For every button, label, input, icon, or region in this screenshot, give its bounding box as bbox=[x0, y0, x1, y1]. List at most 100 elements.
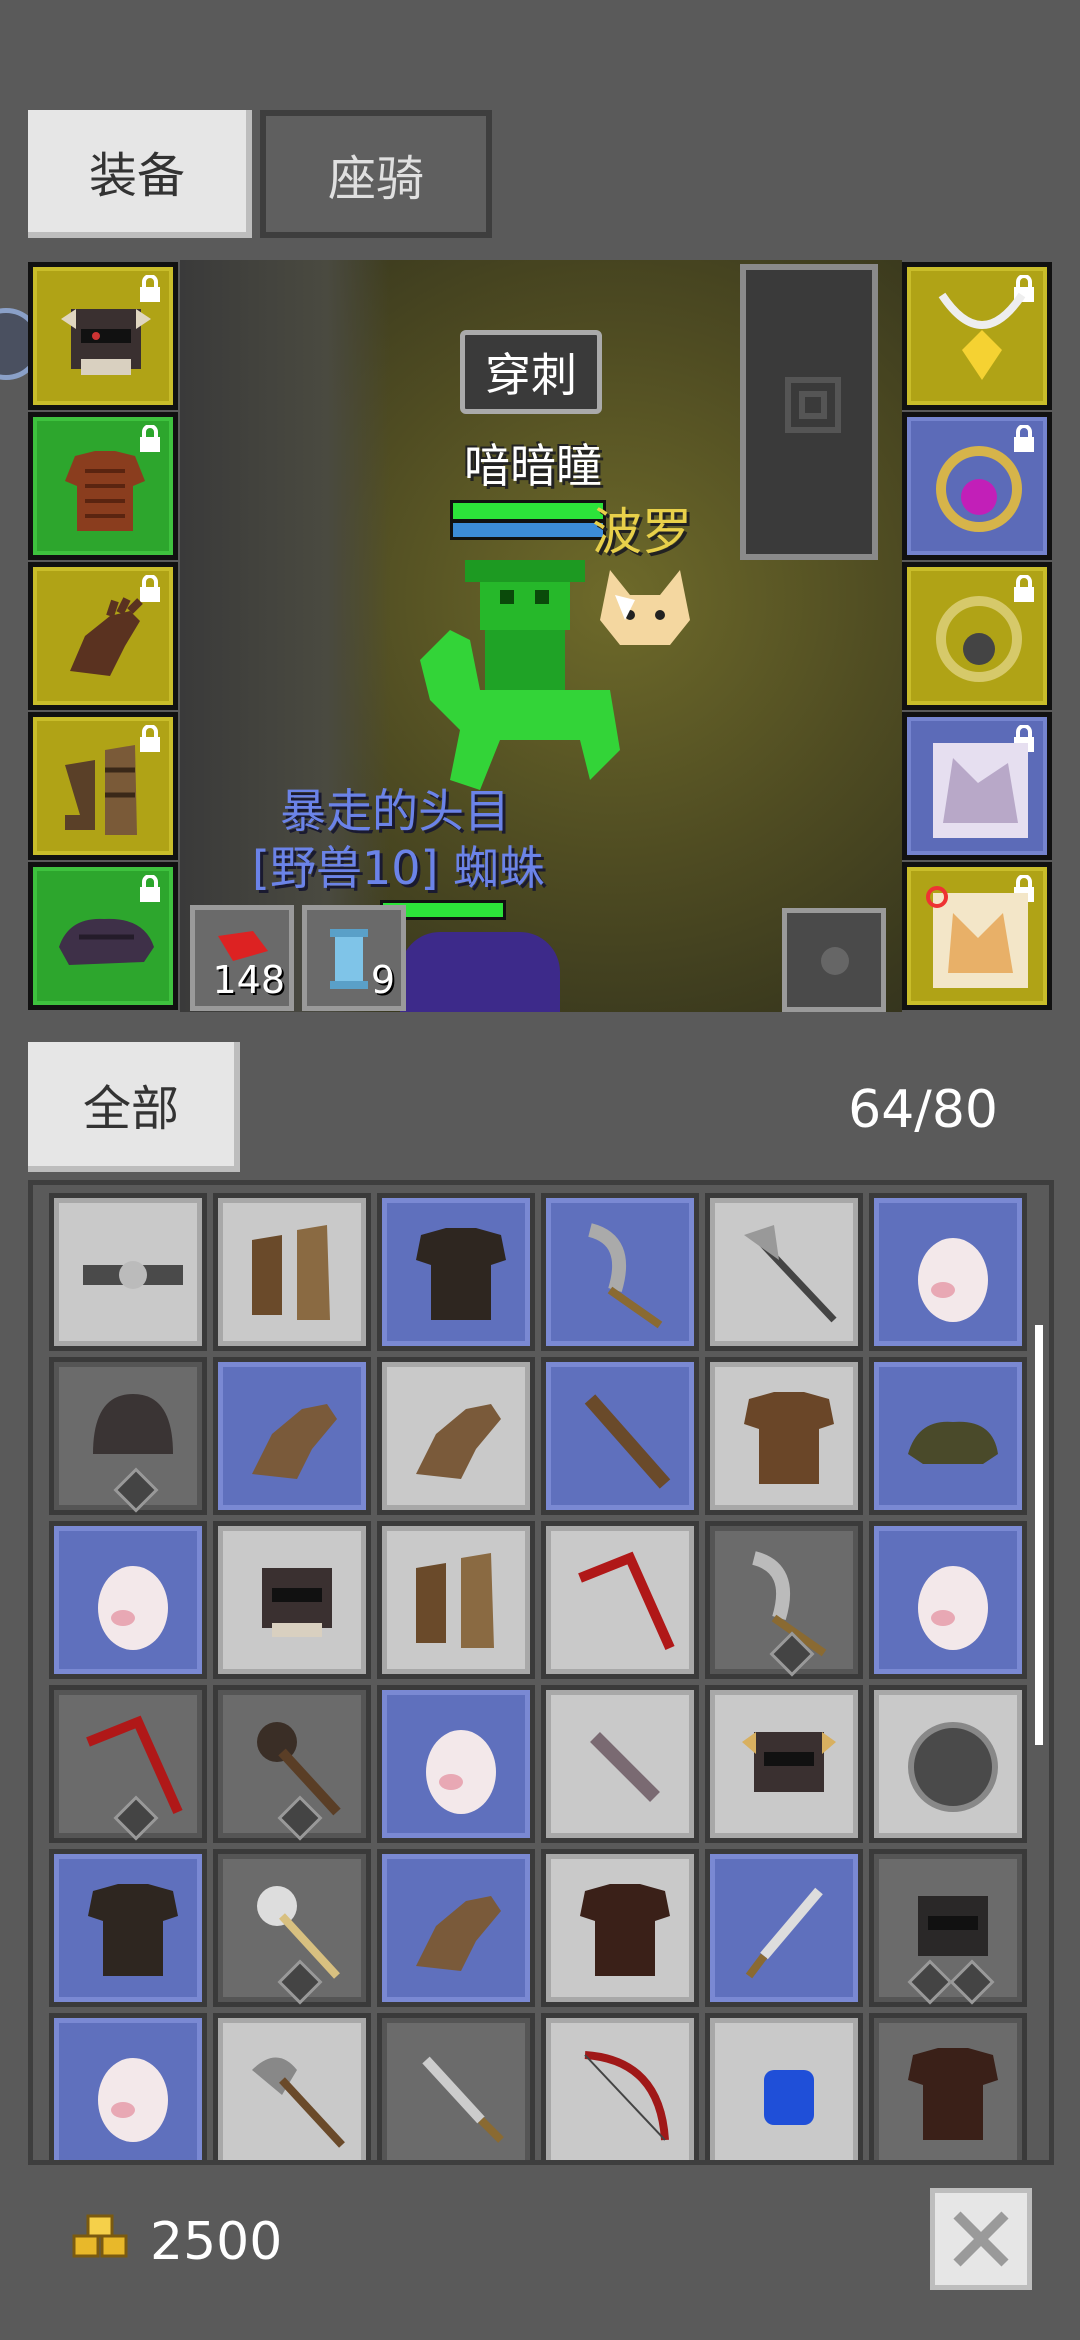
inventory-item[interactable] bbox=[705, 1357, 863, 1515]
filter-all-tab[interactable]: 全部 bbox=[28, 1042, 240, 1172]
inventory-scrollbar[interactable] bbox=[1035, 1325, 1043, 1745]
cap-icon bbox=[59, 918, 154, 965]
slot-ring-2[interactable] bbox=[902, 562, 1052, 710]
inventory-item[interactable] bbox=[213, 1521, 371, 1679]
consumable-1-count: 148 bbox=[212, 958, 285, 1002]
inventory-item[interactable] bbox=[213, 2013, 371, 2160]
amulet-icon bbox=[938, 292, 1026, 380]
inventory-item[interactable] bbox=[705, 1193, 863, 1351]
inventory-item[interactable] bbox=[49, 1193, 207, 1351]
helmet-icon bbox=[918, 1896, 988, 1956]
inventory-item[interactable] bbox=[705, 1849, 863, 2007]
inventory-item[interactable] bbox=[869, 1849, 1027, 2007]
helmet-icon bbox=[742, 1732, 836, 1792]
inventory-item[interactable] bbox=[869, 1685, 1027, 1843]
hat-icon bbox=[908, 1421, 998, 1464]
club-icon bbox=[584, 1394, 671, 1489]
slot-pet-1[interactable] bbox=[902, 712, 1052, 860]
inventory-grid[interactable] bbox=[28, 1180, 1054, 2165]
inventory-item[interactable] bbox=[541, 1193, 699, 1351]
slot-gloves[interactable] bbox=[28, 562, 178, 710]
filter-all-label: 全部 bbox=[82, 1081, 179, 1137]
enemy-sprite bbox=[400, 932, 560, 1012]
tab-equipment[interactable]: 装备 bbox=[28, 110, 252, 238]
inventory-item[interactable] bbox=[541, 1849, 699, 2007]
game-scene[interactable]: 穿刺 喑暗瞳 波罗 暴走的头目 [野兽10] 蜘蛛 148 9 bbox=[180, 260, 902, 1012]
enemy-name: [野兽10] 蜘蛛 bbox=[252, 841, 546, 895]
inventory-item[interactable] bbox=[541, 2013, 699, 2160]
inventory-item[interactable] bbox=[49, 1357, 207, 1515]
consumable-2-count: 9 bbox=[370, 958, 395, 1002]
axe-icon bbox=[252, 2057, 345, 2148]
screenshot-button[interactable] bbox=[782, 908, 886, 1012]
slot-chest[interactable] bbox=[28, 412, 178, 560]
empty-mount-slot[interactable] bbox=[740, 264, 878, 560]
bow-icon bbox=[584, 2051, 669, 2141]
egg-icon bbox=[98, 1566, 168, 1650]
inventory-item[interactable] bbox=[213, 1357, 371, 1515]
inventory-item[interactable] bbox=[541, 1685, 699, 1843]
tab-mount[interactable]: 座骑 bbox=[260, 110, 492, 238]
purple-ring-icon bbox=[936, 446, 1022, 532]
slot-ring-1[interactable] bbox=[902, 412, 1052, 560]
halberd-icon bbox=[744, 1225, 837, 1323]
inventory-item[interactable] bbox=[705, 2013, 863, 2160]
egg-icon bbox=[426, 1730, 496, 1814]
player-name: 喑暗瞳 bbox=[464, 439, 602, 493]
dungeon-wall bbox=[180, 260, 390, 1012]
inventory-item[interactable] bbox=[49, 1521, 207, 1679]
inventory-item[interactable] bbox=[377, 1849, 535, 2007]
gold-amount: 2500 bbox=[150, 2212, 283, 2272]
chest-armor-icon bbox=[88, 1884, 178, 1976]
inventory-item[interactable] bbox=[213, 1849, 371, 2007]
slot-cap[interactable] bbox=[28, 862, 178, 1010]
inventory-item[interactable] bbox=[49, 1685, 207, 1843]
inventory-item[interactable] bbox=[213, 1685, 371, 1843]
helmet-icon bbox=[262, 1568, 332, 1637]
lock-icon bbox=[140, 875, 160, 902]
inventory-item[interactable] bbox=[869, 1193, 1027, 1351]
sword-icon bbox=[422, 2056, 504, 2143]
player-mp-bar bbox=[450, 520, 606, 540]
inventory-item[interactable] bbox=[377, 1685, 535, 1843]
slot-pet-2[interactable] bbox=[902, 862, 1052, 1010]
player-sprite bbox=[420, 560, 620, 790]
inventory-item[interactable] bbox=[869, 1357, 1027, 1515]
crossbow-icon bbox=[578, 1551, 675, 1651]
dark-armor-icon bbox=[908, 2048, 998, 2140]
gold-icon bbox=[72, 2214, 128, 2258]
pet-card-icon bbox=[933, 743, 1028, 838]
inventory-item[interactable] bbox=[377, 2013, 535, 2160]
inventory-item[interactable] bbox=[49, 1849, 207, 2007]
inventory-item[interactable] bbox=[705, 1521, 863, 1679]
slot-amulet[interactable] bbox=[902, 262, 1052, 410]
inventory-item[interactable] bbox=[377, 1357, 535, 1515]
close-button[interactable] bbox=[930, 2188, 1032, 2290]
inventory-capacity: 64/80 bbox=[848, 1080, 998, 1140]
close-icon bbox=[953, 2211, 1009, 2267]
consumable-slot-1[interactable]: 148 bbox=[190, 905, 294, 1011]
inventory-item[interactable] bbox=[705, 1685, 863, 1843]
inventory-item[interactable] bbox=[49, 2013, 207, 2160]
inventory-item[interactable] bbox=[869, 2013, 1027, 2160]
empty-slot-icon bbox=[785, 377, 841, 433]
inventory-item[interactable] bbox=[541, 1521, 699, 1679]
chest-armor-icon bbox=[416, 1228, 506, 1320]
gloves-icon bbox=[70, 597, 143, 676]
inventory-item[interactable] bbox=[377, 1521, 535, 1679]
tab-equipment-label: 装备 bbox=[88, 148, 185, 204]
slot-helmet[interactable] bbox=[28, 262, 178, 410]
leather-armor-icon bbox=[744, 1392, 834, 1484]
sapphire-icon bbox=[764, 2070, 814, 2125]
inventory-item[interactable] bbox=[541, 1357, 699, 1515]
inventory-item[interactable] bbox=[869, 1521, 1027, 1679]
dark-ring-icon bbox=[936, 596, 1022, 682]
pet-card-icon bbox=[926, 886, 1028, 988]
inventory-item[interactable] bbox=[213, 1193, 371, 1351]
egg-icon bbox=[918, 1566, 988, 1650]
consumable-slot-2[interactable]: 9 bbox=[302, 905, 406, 1011]
slot-boots[interactable] bbox=[28, 712, 178, 860]
egg-icon bbox=[98, 2058, 168, 2142]
dark-armor-icon bbox=[580, 1884, 670, 1976]
inventory-item[interactable] bbox=[377, 1193, 535, 1351]
